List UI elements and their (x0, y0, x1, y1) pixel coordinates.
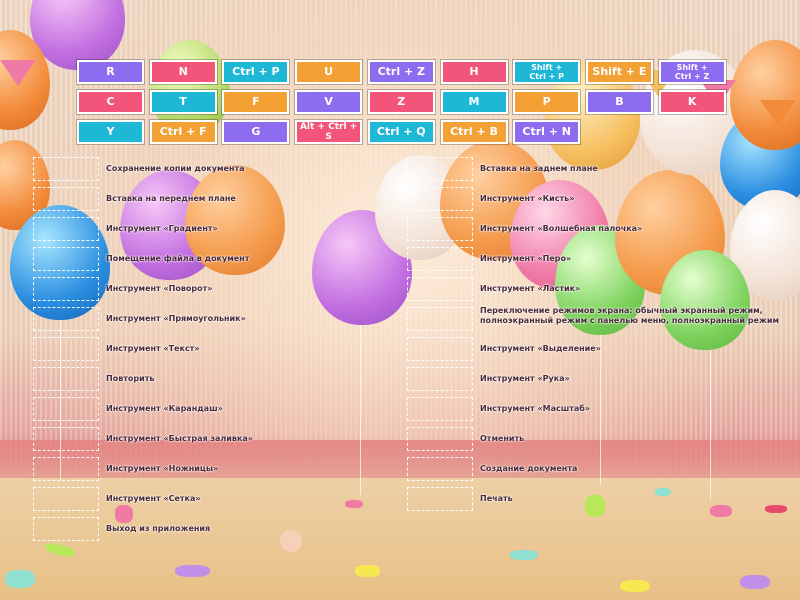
answer-tile[interactable]: U (295, 60, 363, 84)
confetti (585, 495, 605, 517)
balloon-string (600, 335, 601, 485)
left-target-label: Сохранение копии документа (106, 164, 245, 173)
balloon-decoration (730, 40, 800, 150)
left-drop-slot[interactable] (33, 247, 99, 271)
answer-tile[interactable]: R (77, 60, 144, 84)
balloon-decoration (660, 250, 750, 350)
confetti (5, 570, 35, 588)
answer-tile[interactable]: Ctrl + N (513, 120, 581, 144)
left-drop-slot[interactable] (33, 217, 99, 241)
right-drop-slot[interactable] (407, 457, 473, 481)
balloon-string (360, 325, 361, 495)
right-drop-slot[interactable] (407, 187, 473, 211)
answer-tile[interactable]: F (222, 90, 290, 114)
confetti (740, 575, 770, 589)
right-target-label: Инструмент «Перо» (480, 254, 572, 263)
left-target-label: Инструмент «Прямоугольник» (106, 314, 246, 323)
answer-tile[interactable]: Alt + Ctrl + S (295, 120, 363, 144)
confetti (510, 550, 538, 560)
right-target-label: Инструмент «Кисть» (480, 194, 575, 203)
left-target-label: Инструмент «Карандаш» (106, 404, 223, 413)
right-target-label: Инструмент «Волшебная палочка» (480, 224, 643, 233)
answer-tile[interactable]: Ctrl + Z (367, 60, 435, 84)
answer-tile[interactable]: G (222, 120, 290, 144)
right-drop-slot[interactable] (407, 427, 473, 451)
game-board: R N Ctrl + P U Ctrl + Z H Shift + Ctrl + P Shif… (0, 0, 800, 600)
confetti (115, 505, 133, 523)
left-target-label: Повторить (106, 374, 155, 383)
right-drop-slot[interactable] (407, 277, 473, 301)
answer-tile[interactable]: Shift + Ctrl + Z (658, 60, 726, 84)
answer-tile[interactable]: P (513, 90, 581, 114)
right-target-label: Инструмент «Ластик» (480, 284, 581, 293)
answer-tile[interactable]: Y (77, 120, 144, 144)
right-target-label: Печать (480, 494, 513, 503)
answer-tile[interactable]: M (440, 90, 508, 114)
answer-tile[interactable]: Shift + Ctrl + P (513, 60, 581, 84)
confetti (765, 505, 787, 513)
left-target-label: Вставка на переднем плане (106, 194, 236, 203)
left-target-label: Инструмент «Ножницы» (106, 464, 219, 473)
answer-tile[interactable]: H (440, 60, 508, 84)
right-drop-slot[interactable] (407, 367, 473, 391)
left-target-label: Выход из приложения (106, 524, 211, 533)
right-target-label: Инструмент «Рука» (480, 374, 570, 383)
left-drop-slot[interactable] (33, 277, 99, 301)
answer-tile[interactable]: K (658, 90, 726, 114)
answer-tile[interactable]: C (77, 90, 144, 114)
bunting-flag (0, 60, 36, 86)
confetti (355, 565, 380, 577)
right-target-label: Инструмент «Выделение» (480, 344, 601, 353)
right-target-label: Инструмент «Масштаб» (480, 404, 591, 413)
left-drop-slot[interactable] (33, 457, 99, 481)
right-target-label: Отменить (480, 434, 525, 443)
left-drop-slot[interactable] (33, 157, 99, 181)
left-target-label: Инструмент «Текст» (106, 344, 200, 353)
left-target-label: Инструмент «Сетка» (106, 494, 201, 503)
right-drop-slot[interactable] (407, 217, 473, 241)
left-target-label: Инструмент «Быстрая заливка» (106, 434, 253, 443)
answer-tile[interactable]: Z (367, 90, 435, 114)
left-drop-slot[interactable] (33, 367, 99, 391)
left-drop-slot[interactable] (33, 187, 99, 211)
answer-tile[interactable]: T (149, 90, 217, 114)
right-target-label: Вставка на заднем плане (480, 164, 598, 173)
left-target-label: Помещение файла в документ (106, 254, 250, 263)
confetti (710, 505, 732, 517)
right-drop-slot[interactable] (407, 397, 473, 421)
floor-stripe (0, 440, 800, 480)
left-drop-slot[interactable] (33, 397, 99, 421)
right-drop-slot[interactable] (407, 487, 473, 511)
right-drop-slot[interactable] (407, 157, 473, 181)
left-drop-slot[interactable] (33, 427, 99, 451)
right-drop-slot[interactable] (407, 337, 473, 361)
balloon-string (710, 350, 711, 500)
right-drop-slot[interactable] (407, 247, 473, 271)
left-drop-slot[interactable] (33, 517, 99, 541)
confetti (620, 580, 650, 592)
answer-tile[interactable]: Ctrl + Q (367, 120, 435, 144)
confetti (280, 530, 302, 552)
right-target-label: Переключение режимов экрана: обычный экр… (480, 306, 780, 325)
bunting-flag (760, 100, 796, 126)
left-target-label: Инструмент «Поворот» (106, 284, 213, 293)
right-target-label: Создание документа (480, 464, 578, 473)
confetti (655, 488, 671, 496)
left-drop-slot[interactable] (33, 487, 99, 511)
left-target-label: Инструмент «Градиент» (106, 224, 218, 233)
answer-tile[interactable]: Ctrl + B (440, 120, 508, 144)
right-drop-slot[interactable] (407, 307, 473, 331)
left-drop-slot[interactable] (33, 337, 99, 361)
answer-tile[interactable]: Ctrl + P (222, 60, 290, 84)
left-drop-slot[interactable] (33, 307, 99, 331)
confetti (175, 565, 210, 577)
answer-tile[interactable]: Shift + E (585, 60, 653, 84)
confetti (345, 500, 363, 508)
answer-tile[interactable]: Ctrl + F (149, 120, 217, 144)
answer-tile[interactable]: B (585, 90, 653, 114)
answer-tile[interactable]: N (149, 60, 217, 84)
answer-tile[interactable]: V (295, 90, 363, 114)
